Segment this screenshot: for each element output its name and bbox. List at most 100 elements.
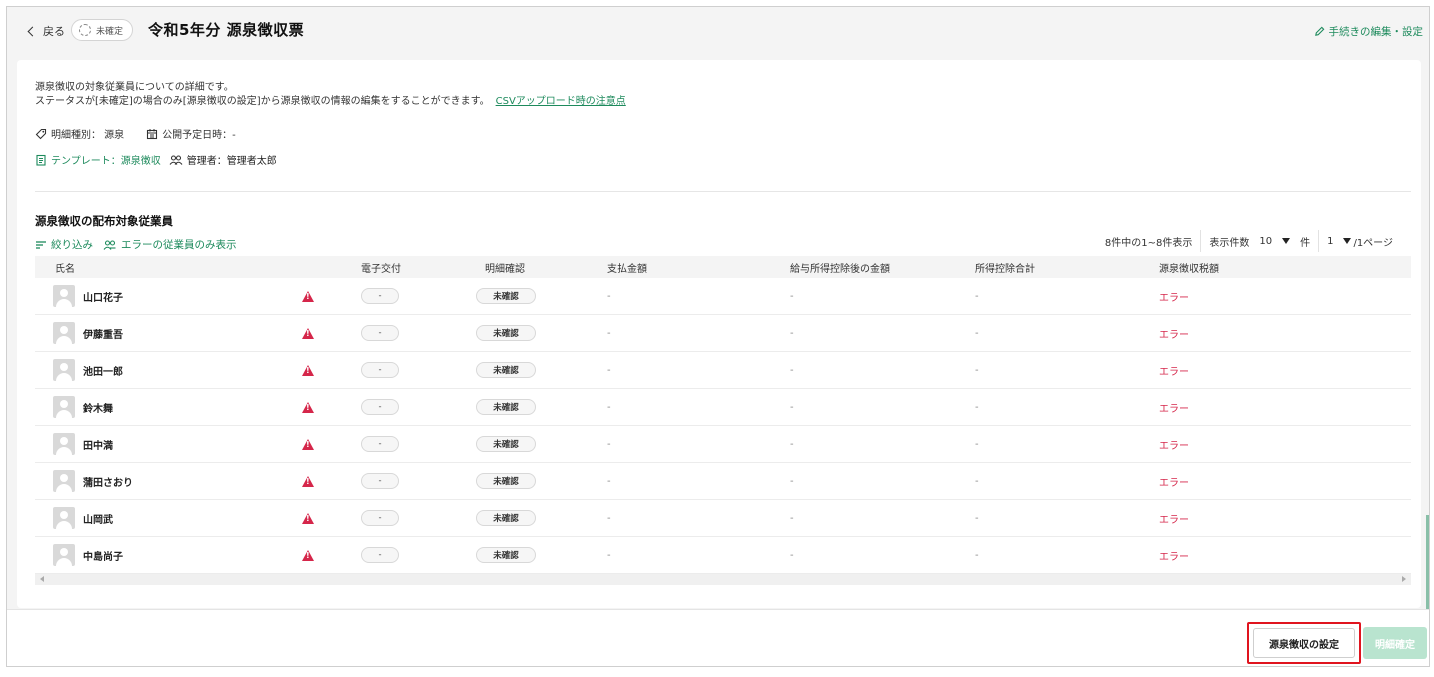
caret-down-icon: [1343, 238, 1352, 244]
table-row[interactable]: 蒲田さおり - 未確認 - - - エラー: [35, 463, 1411, 500]
column-header-pay: 支払金額: [607, 263, 647, 275]
table-row[interactable]: 池田一郎 - 未確認 - - - エラー: [35, 352, 1411, 389]
delivery-cell: -: [361, 537, 399, 573]
warning-icon: [302, 327, 314, 339]
error-only-toggle[interactable]: エラーの従業員のみ表示: [103, 237, 237, 252]
confirm-cell: 未確認: [476, 500, 536, 536]
back-label: 戻る: [43, 25, 65, 38]
delivery-cell: -: [361, 426, 399, 462]
csv-notes-link[interactable]: CSVアップロード時の注意点: [496, 96, 626, 107]
tax-amount: エラー: [1159, 440, 1189, 452]
detail-card: 源泉徴収の対象従業員についての詳細です。 ステータスが[未確定]の場合のみ[源泉…: [17, 60, 1421, 608]
scroll-right-icon[interactable]: [1402, 576, 1406, 582]
avatar-icon: [53, 470, 75, 492]
avatar-icon: [53, 544, 75, 566]
confirm-details-button[interactable]: 明細確定: [1363, 627, 1427, 659]
delivery-cell: -: [361, 352, 399, 388]
filter-icon: [36, 240, 46, 249]
delivery-cell: -: [361, 500, 399, 536]
status-badge: 未確定: [71, 19, 134, 41]
filter-button[interactable]: 絞り込み: [35, 237, 93, 252]
employee-table: 氏名 電子交付 明細確認 支払金額 給与所得控除後の金額 所得控除合計 源泉徴収…: [35, 256, 1411, 585]
detail-type: 明細種別： 源泉: [51, 130, 125, 141]
pay-amount: -: [607, 327, 611, 339]
warning-icon: [302, 512, 314, 524]
divider: [35, 191, 1411, 192]
confirm-cell: 未確認: [476, 389, 536, 425]
per-page-select[interactable]: 表示件数 10 件: [1201, 230, 1320, 252]
delivery-badge: -: [361, 510, 399, 526]
tax-amount: エラー: [1159, 329, 1189, 341]
delivery-badge: -: [361, 547, 399, 563]
warning-cell: [302, 537, 314, 573]
table-row[interactable]: 山口花子 - 未確認 - - - エラー: [35, 278, 1411, 315]
pay-amount: -: [607, 290, 611, 302]
column-header-after-deduction: 給与所得控除後の金額: [790, 263, 890, 275]
employee-name[interactable]: 蒲田さおり: [83, 474, 133, 489]
employee-name[interactable]: 池田一郎: [83, 363, 123, 378]
confirm-badge: 未確認: [476, 399, 536, 415]
employee-cell: 鈴木舞: [53, 389, 113, 425]
confirm-cell: 未確認: [476, 426, 536, 462]
avatar-icon: [53, 322, 75, 344]
table-row[interactable]: 田中満 - 未確認 - - - エラー: [35, 426, 1411, 463]
employee-name[interactable]: 山岡武: [83, 511, 113, 526]
avatar-icon: [53, 359, 75, 381]
tax-amount: エラー: [1159, 403, 1189, 415]
confirm-cell: 未確認: [476, 352, 536, 388]
column-header-delivery: 電子交付: [361, 263, 401, 275]
employee-name[interactable]: 中島尚子: [83, 548, 123, 563]
tax-amount: エラー: [1159, 514, 1189, 526]
table-row[interactable]: 鈴木舞 - 未確認 - - - エラー: [35, 389, 1411, 426]
employee-cell: 池田一郎: [53, 352, 123, 388]
employee-cell: 山岡武: [53, 500, 113, 536]
delivery-badge: -: [361, 399, 399, 415]
confirm-cell: 未確認: [476, 463, 536, 499]
meta-row-2: テンプレート：源泉徴収 管理者：管理者太郎: [35, 152, 277, 167]
delivery-badge: -: [361, 288, 399, 304]
table-row[interactable]: 中島尚子 - 未確認 - - - エラー: [35, 537, 1411, 574]
warning-icon: [302, 290, 314, 302]
document-icon: [36, 154, 46, 166]
page-select[interactable]: 1 /1ページ: [1319, 230, 1401, 252]
pagination-summary: 8件中の1~8件表示: [1097, 230, 1202, 252]
employee-name[interactable]: 鈴木舞: [83, 400, 113, 415]
table-row[interactable]: 伊藤重吾 - 未確認 - - - エラー: [35, 315, 1411, 352]
warning-cell: [302, 315, 314, 351]
description: 源泉徴収の対象従業員についての詳細です。 ステータスが[未確定]の場合のみ[源泉…: [35, 81, 626, 109]
avatar-icon: [53, 433, 75, 455]
deduction-total: -: [975, 438, 979, 450]
section-title: 源泉徴収の配布対象従業員: [35, 214, 173, 228]
scroll-left-icon[interactable]: [40, 576, 44, 582]
column-header-name: 氏名: [55, 263, 75, 275]
confirm-badge: 未確認: [476, 510, 536, 526]
footer-bar: 源泉徴収の設定 明細確定: [7, 609, 1429, 666]
deduction-total: -: [975, 290, 979, 302]
horizontal-scrollbar[interactable]: [35, 574, 1411, 585]
deduction-total: -: [975, 475, 979, 487]
employee-name[interactable]: 田中満: [83, 437, 113, 452]
after-deduction-amount: -: [790, 549, 794, 561]
withholding-settings-button[interactable]: 源泉徴収の設定: [1253, 628, 1355, 658]
employee-name[interactable]: 山口花子: [83, 289, 123, 304]
deduction-total: -: [975, 401, 979, 413]
employee-cell: 山口花子: [53, 278, 123, 314]
warning-icon: [302, 438, 314, 450]
employee-name[interactable]: 伊藤重吾: [83, 326, 123, 341]
confirm-badge: 未確認: [476, 473, 536, 489]
per-page-label: 表示件数: [1209, 237, 1250, 249]
back-button[interactable]: 戻る: [27, 23, 65, 39]
calendar-icon: [147, 128, 158, 139]
edit-settings-link[interactable]: 手続きの編集・設定: [1314, 24, 1423, 39]
tax-amount: エラー: [1159, 551, 1189, 563]
after-deduction-amount: -: [790, 290, 794, 302]
pay-amount: -: [607, 549, 611, 561]
delivery-cell: -: [361, 315, 399, 351]
warning-icon: [302, 549, 314, 561]
user-error-icon: [103, 239, 116, 250]
template-link[interactable]: テンプレート：源泉徴収: [51, 152, 161, 167]
table-row[interactable]: 山岡武 - 未確認 - - - エラー: [35, 500, 1411, 537]
warning-icon: [302, 364, 314, 376]
pagination-summary-text: 8件中の1~8件表示: [1104, 237, 1193, 249]
warning-cell: [302, 352, 314, 388]
